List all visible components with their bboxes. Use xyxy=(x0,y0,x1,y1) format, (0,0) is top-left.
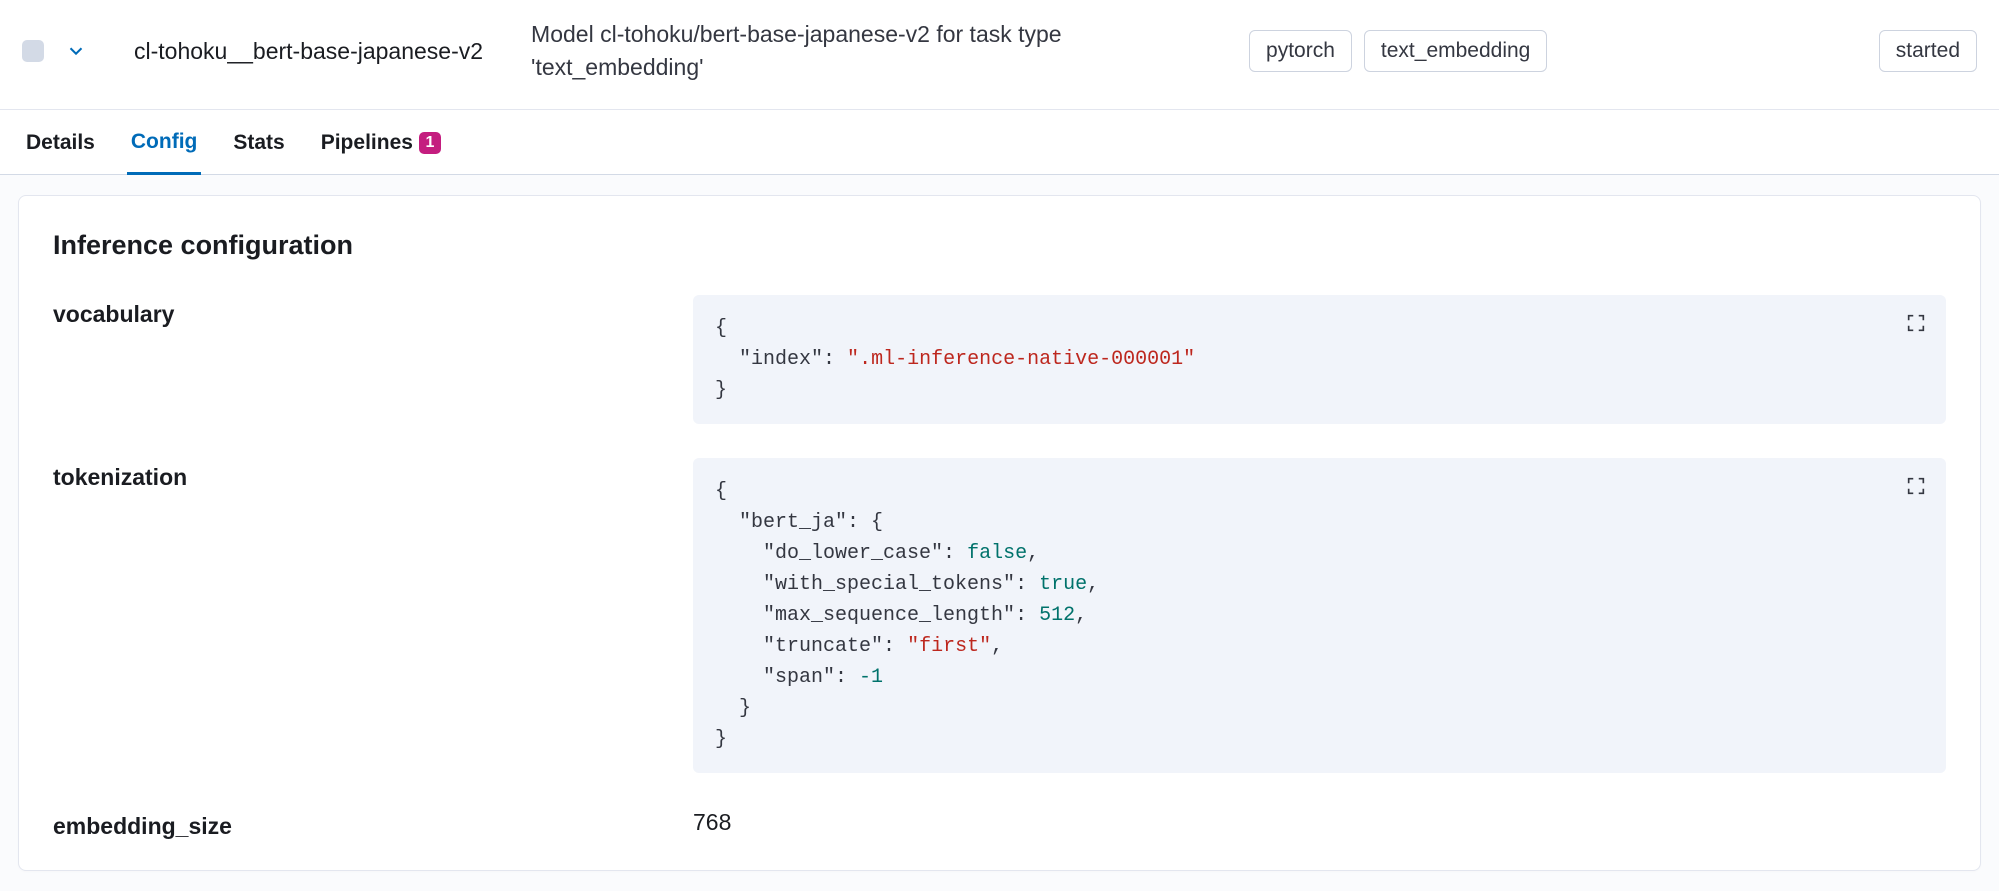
tab-pipelines[interactable]: Pipelines 1 xyxy=(317,111,445,173)
config-row-embedding-size: embedding_size 768 xyxy=(53,807,1946,840)
tab-details[interactable]: Details xyxy=(22,111,99,173)
expand-tokenization-button[interactable] xyxy=(1902,472,1930,500)
tab-stats[interactable]: Stats xyxy=(229,111,288,173)
config-row-vocabulary: vocabulary { "index": ".ml-inference-nat… xyxy=(53,295,1946,424)
model-description: Model cl-tohoku/bert-base-japanese-v2 fo… xyxy=(531,18,1211,85)
config-key-tokenization: tokenization xyxy=(53,458,653,491)
max-seq-len-value: 512 xyxy=(1039,604,1075,627)
select-checkbox[interactable] xyxy=(22,40,44,62)
expand-toggle[interactable] xyxy=(62,37,90,65)
config-key-embedding-size: embedding_size xyxy=(53,807,653,840)
span-value: -1 xyxy=(859,666,883,689)
model-id: cl-tohoku__bert-base-japanese-v2 xyxy=(134,38,483,65)
status-badge: started xyxy=(1879,30,1977,72)
config-key-vocabulary: vocabulary xyxy=(53,295,653,328)
panel-container: Inference configuration vocabulary { "in… xyxy=(0,175,1999,891)
do-lower-case-value: false xyxy=(967,542,1027,565)
panel-title: Inference configuration xyxy=(53,230,1946,261)
badge-text-embedding: text_embedding xyxy=(1364,30,1547,72)
tokenization-json: { "bert_ja": { "do_lower_case": false, "… xyxy=(693,458,1946,773)
status-group: started xyxy=(1879,30,1977,72)
tabs: Details Config Stats Pipelines 1 xyxy=(0,110,1999,175)
expand-vocabulary-button[interactable] xyxy=(1902,309,1930,337)
badge-pytorch: pytorch xyxy=(1249,30,1352,72)
vocab-index-value: ".ml-inference-native-000001" xyxy=(847,348,1195,371)
inference-config-panel: Inference configuration vocabulary { "in… xyxy=(18,195,1981,871)
tab-pipelines-label: Pipelines xyxy=(321,131,413,155)
tab-config[interactable]: Config xyxy=(127,110,201,175)
vocabulary-json: { "index": ".ml-inference-native-000001"… xyxy=(693,295,1946,424)
truncate-value: "first" xyxy=(907,635,991,658)
config-row-tokenization: tokenization { "bert_ja": { "do_lower_ca… xyxy=(53,458,1946,773)
pipelines-count-badge: 1 xyxy=(419,132,441,154)
model-header-row: cl-tohoku__bert-base-japanese-v2 Model c… xyxy=(0,0,1999,110)
fullscreen-icon xyxy=(1905,312,1927,334)
fullscreen-icon xyxy=(1905,475,1927,497)
embedding-size-value: 768 xyxy=(693,807,1946,836)
chevron-down-icon xyxy=(65,40,87,62)
with-special-tokens-value: true xyxy=(1039,573,1087,596)
tag-badges: pytorch text_embedding xyxy=(1249,30,1547,72)
